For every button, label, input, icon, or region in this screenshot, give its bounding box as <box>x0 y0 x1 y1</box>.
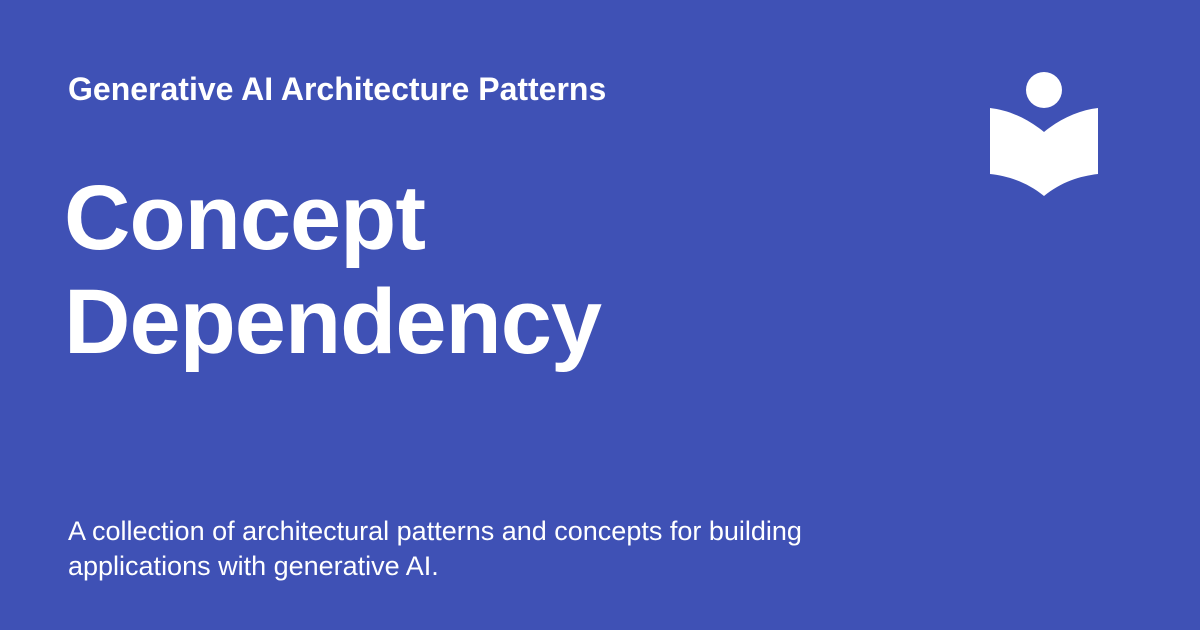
page-title-line-1: Concept <box>64 167 426 269</box>
description-line-2: applications with generative AI. <box>68 551 439 581</box>
page-description: A collection of architectural patterns a… <box>68 514 928 584</box>
reader-book-icon <box>988 70 1100 198</box>
page-title: Concept Dependency <box>64 166 924 374</box>
site-name: Generative AI Architecture Patterns <box>68 71 607 107</box>
description-line-1: A collection of architectural patterns a… <box>68 516 802 546</box>
social-card: Generative AI Architecture Patterns Conc… <box>0 0 1200 630</box>
page-title-line-2: Dependency <box>64 271 602 373</box>
